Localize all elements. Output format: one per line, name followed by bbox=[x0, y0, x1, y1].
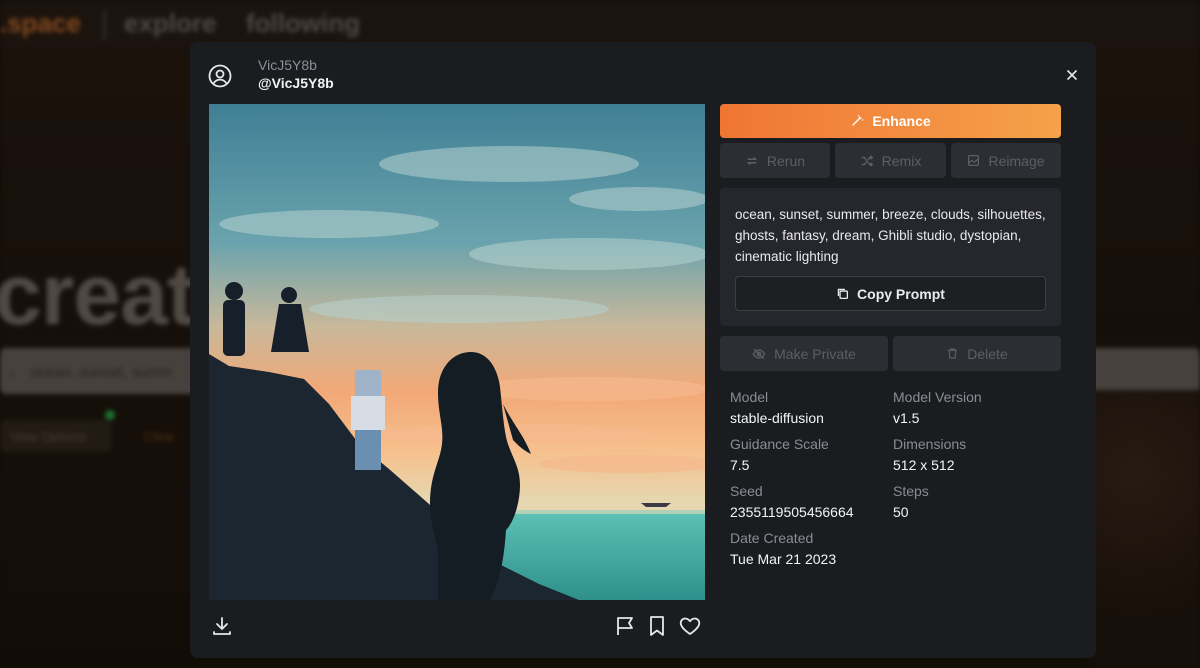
shuffle-icon bbox=[861, 154, 873, 167]
trash-icon bbox=[948, 348, 958, 359]
date-created-value: Tue Mar 21 2023 bbox=[730, 551, 837, 567]
copy-prompt-label: Copy Prompt bbox=[857, 285, 945, 302]
model-version-value: v1.5 bbox=[893, 410, 920, 426]
dimensions-value: 512 x 512 bbox=[893, 457, 955, 473]
seed-label: Seed bbox=[730, 483, 763, 499]
model-value: stable-diffusion bbox=[730, 410, 824, 426]
image-detail-modal: VicJ5Y8b @VicJ5Y8b Enhance Rerun Remix R… bbox=[190, 42, 1096, 658]
enhance-label: Enhance bbox=[872, 113, 931, 129]
reimage-label: Reimage bbox=[988, 152, 1045, 169]
close-icon[interactable] bbox=[1064, 67, 1080, 83]
rerun-label: Rerun bbox=[766, 152, 806, 169]
enhance-button[interactable]: Enhance bbox=[720, 104, 1061, 138]
steps-label: Steps bbox=[893, 483, 929, 499]
prompt-panel: ocean, sunset, summer, breeze, clouds, s… bbox=[720, 188, 1061, 326]
steps-value: 50 bbox=[893, 504, 909, 520]
delete-button[interactable]: Delete bbox=[893, 336, 1061, 371]
delete-label: Delete bbox=[967, 345, 1008, 362]
remix-button[interactable]: Remix bbox=[835, 143, 946, 178]
remix-label: Remix bbox=[881, 152, 922, 169]
prompt-text: ocean, sunset, summer, breeze, clouds, s… bbox=[735, 207, 1046, 264]
generated-image-art bbox=[209, 104, 705, 600]
user-handle[interactable]: @VicJ5Y8b bbox=[258, 75, 334, 91]
download-icon[interactable] bbox=[210, 614, 234, 638]
make-private-button[interactable]: Make Private bbox=[720, 336, 888, 371]
image-icon bbox=[968, 154, 980, 167]
model-label: Model bbox=[730, 389, 769, 405]
bookmark-icon[interactable] bbox=[645, 614, 669, 638]
date-created-label: Date Created bbox=[730, 530, 814, 546]
reimage-button[interactable]: Reimage bbox=[951, 143, 1061, 178]
generated-image[interactable] bbox=[209, 104, 705, 600]
user-name[interactable]: VicJ5Y8b bbox=[258, 57, 317, 73]
eye-off-icon bbox=[752, 348, 766, 359]
magic-wand-icon bbox=[852, 114, 864, 126]
guidance-scale-label: Guidance Scale bbox=[730, 436, 829, 452]
rerun-icon bbox=[746, 156, 758, 165]
dimensions-label: Dimensions bbox=[893, 436, 967, 452]
make-private-label: Make Private bbox=[774, 345, 856, 362]
flag-icon[interactable] bbox=[613, 614, 637, 638]
copy-prompt-button[interactable]: Copy Prompt bbox=[735, 276, 1046, 311]
model-version-label: Model Version bbox=[893, 389, 982, 405]
rerun-button[interactable]: Rerun bbox=[720, 143, 830, 178]
user-avatar-icon[interactable] bbox=[208, 64, 232, 88]
heart-icon[interactable] bbox=[678, 614, 702, 638]
seed-value: 2355119505456664 bbox=[730, 504, 854, 520]
guidance-scale-value: 7.5 bbox=[730, 457, 750, 473]
copy-icon bbox=[837, 288, 849, 300]
